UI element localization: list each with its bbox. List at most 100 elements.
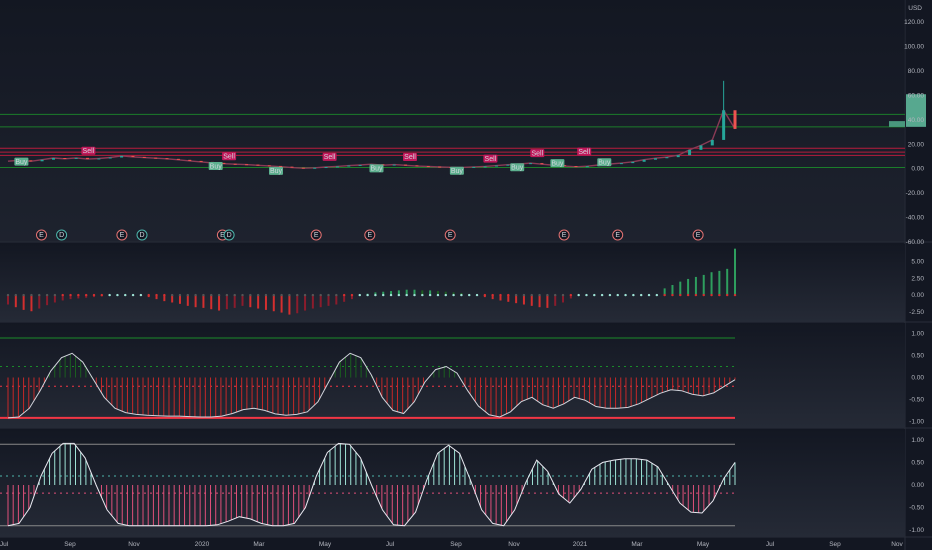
sell-signal-tag[interactable]: Sell: [81, 146, 96, 155]
price-tick-label: 100.00: [904, 44, 924, 51]
time-axis-label: Nov: [128, 541, 140, 548]
momentum-tick-label: 5.00: [911, 258, 924, 265]
signal-tag-label: Sell: [324, 154, 336, 161]
signal-tag-label: Buy: [370, 166, 383, 173]
sell-signal-tag[interactable]: Sell: [483, 154, 498, 163]
squeeze-dot: [249, 293, 252, 297]
momentum-bar: [257, 295, 260, 309]
time-axis-label: Jul: [0, 541, 9, 548]
momentum-bar: [272, 295, 275, 312]
squeeze-dot: [522, 293, 526, 297]
sell-signal-tag[interactable]: Sell: [577, 147, 592, 156]
momentum-bar: [249, 295, 252, 308]
squeeze-dot: [256, 293, 260, 297]
squeeze-dot: [217, 293, 221, 297]
earnings-event-badge[interactable]: E: [612, 229, 624, 241]
earnings-event-badge[interactable]: E: [310, 229, 322, 241]
squeeze-dot: [358, 293, 361, 297]
price-tick-label: 60.00: [908, 92, 925, 99]
squeeze-dot: [77, 293, 80, 297]
squeeze-dot: [436, 293, 440, 297]
earnings-event-badge[interactable]: E: [692, 229, 704, 241]
signal-tag-label: Buy: [210, 163, 223, 170]
squeeze-dot: [546, 293, 549, 297]
price-tick-label: 20.00: [908, 141, 925, 148]
buy-signal-tag[interactable]: Buy: [269, 166, 283, 175]
oscillator-tick-label: 0.00: [911, 375, 924, 382]
squeeze-dot: [382, 293, 385, 297]
squeeze-dot: [30, 293, 33, 297]
squeeze-dot: [100, 293, 104, 297]
squeeze-dot: [6, 293, 10, 297]
squeeze-dot: [53, 293, 57, 297]
squeeze-dot: [296, 293, 299, 297]
momentum-bar: [280, 295, 283, 313]
dividend-event-badge[interactable]: D: [136, 229, 148, 241]
buy-signal-tag[interactable]: Buy: [449, 166, 464, 175]
candle: [108, 157, 112, 159]
price-tick-label: -60.00: [906, 239, 925, 246]
buy-signal-tag[interactable]: Buy: [550, 159, 565, 167]
buy-signal-tag[interactable]: Buy: [208, 162, 223, 170]
signal-tag-label: Buy: [270, 168, 283, 175]
candle: [404, 164, 408, 166]
earnings-event-badge[interactable]: E: [116, 229, 128, 241]
sell-signal-tag[interactable]: Sell: [530, 149, 545, 157]
momentum-bar: [210, 295, 213, 310]
buy-signal-tag[interactable]: Buy: [510, 163, 525, 171]
momentum-bar: [30, 295, 33, 312]
squeeze-dot: [686, 293, 690, 297]
earnings-event-badge[interactable]: E: [36, 229, 47, 241]
squeeze-dot: [178, 293, 182, 297]
sell-signal-tag[interactable]: Sell: [403, 153, 417, 161]
squeeze-dot: [405, 293, 408, 297]
earnings-event-badge[interactable]: E: [558, 229, 570, 241]
buy-signal-tag[interactable]: Buy: [369, 164, 384, 173]
squeeze-dot: [311, 293, 315, 297]
time-axis-label: May: [319, 541, 332, 548]
sell-signal-tag[interactable]: Sell: [322, 152, 337, 161]
momentum-bar: [241, 295, 244, 306]
momentum-bar: [202, 295, 205, 308]
candle: [188, 159, 192, 161]
squeeze-dot: [538, 293, 541, 297]
momentum-bar: [718, 270, 721, 296]
dividend-event-badge[interactable]: D: [56, 229, 68, 241]
candle: [86, 157, 90, 160]
momentum-bar: [522, 295, 525, 305]
candle: [335, 166, 339, 168]
time-axis[interactable]: Jul Sep Nov 2020 Mar May Jul Sep Nov 2021 Mar May Ju…: [0, 541, 904, 548]
tradingview-chart-canvas[interactable]: Sell Buy Sell Buy Sell Buy Sell Buy Sell Buy Sell B…: [0, 0, 932, 550]
momentum-bar: [194, 295, 197, 308]
candle: [165, 158, 169, 160]
earnings-event-badge[interactable]: E: [444, 229, 456, 241]
earnings-event-badge[interactable]: E: [364, 229, 376, 241]
buy-signal-tag[interactable]: Buy: [597, 158, 612, 166]
squeeze-dot: [186, 293, 189, 297]
signal-tag-label: Buy: [598, 159, 611, 166]
squeeze-dot: [366, 293, 369, 297]
dividend-event-badge[interactable]: D: [223, 229, 235, 241]
sell-signal-tag[interactable]: Sell: [222, 152, 237, 160]
momentum-bar: [46, 295, 49, 306]
price-tick-label: 40.00: [908, 117, 925, 124]
momentum-bar: [734, 248, 736, 296]
squeeze-dot: [116, 293, 119, 297]
candle: [529, 163, 533, 165]
squeeze-dot: [14, 293, 18, 297]
squeeze-dot: [452, 293, 455, 297]
momentum-bar: [530, 295, 533, 306]
event-label: E: [314, 232, 319, 239]
price-range-box: [889, 121, 905, 127]
candle: [665, 157, 669, 159]
chart-window[interactable]: Sell Buy Sell Buy Sell Buy Sell Buy Sell Buy Sell B…: [0, 0, 932, 550]
event-label: E: [448, 232, 453, 239]
buy-signal-tag[interactable]: Buy: [14, 157, 29, 166]
squeeze-dot: [155, 293, 158, 297]
candle: [653, 158, 657, 160]
squeeze-dot: [327, 293, 330, 297]
squeeze-dot: [428, 293, 432, 297]
event-label: D: [59, 232, 64, 239]
candle: [222, 162, 226, 164]
event-label: E: [39, 232, 44, 239]
